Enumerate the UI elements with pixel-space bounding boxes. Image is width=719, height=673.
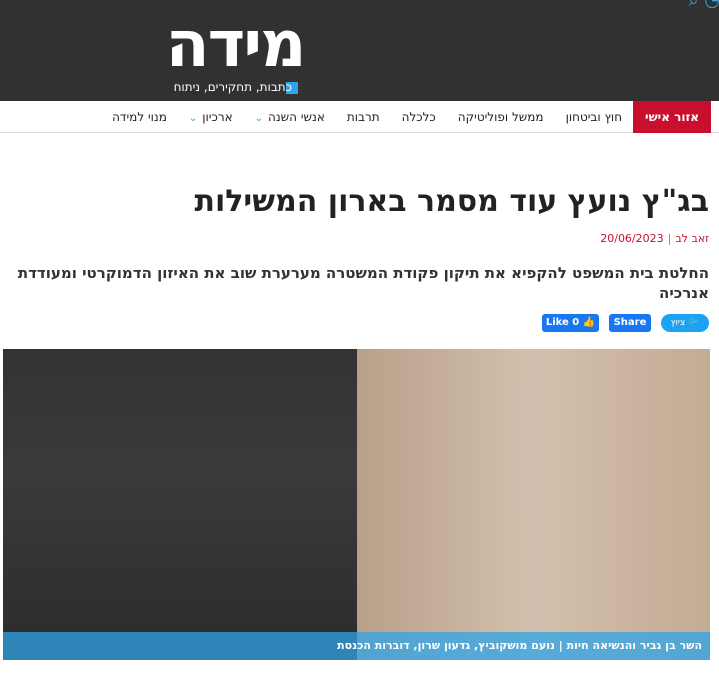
nav-item-label: תרבות [346, 109, 380, 124]
hero-image-left-panel [3, 349, 357, 660]
like-label: Like 0 [545, 317, 580, 328]
logo-tagline: כתבות, תחקירים, ניתוח [173, 80, 292, 94]
nav-item-4[interactable]: תרבות [336, 101, 391, 133]
article-date: 20/06/2023 [600, 232, 664, 245]
article-hero-image [3, 349, 710, 660]
nav-item-label: ממשל ופוליטיקה [457, 109, 544, 124]
article-subtitle: החלטת בית המשפט להקפיא את תיקון פקודת המ… [17, 264, 709, 302]
main-nav: אזור אישי חוץ וביטחון ממשל ופוליטיקה כלכלה ת… [0, 100, 719, 133]
logo-wordmark: מידה [165, 8, 307, 82]
site-header: ◔ ⌕ מידה כתבות, תחקירים, ניתוח [0, 0, 719, 101]
chevron-down-icon: ⌄ [254, 112, 264, 124]
facebook-share-button[interactable]: Share [609, 314, 651, 332]
article-title: בג"ץ נועץ עוד מסמר בארון המשילות [194, 184, 709, 219]
nav-item-label: חוץ וביטחון [565, 109, 623, 124]
nav-item-1[interactable]: חוץ וביטחון [555, 101, 633, 133]
header-top-icons: ◔ ⌕ [688, 0, 719, 11]
nav-item-5[interactable]: אנשי השנה ⌄ [244, 101, 336, 133]
nav-item-0[interactable]: אזור אישי [633, 100, 711, 133]
nav-item-7[interactable]: מנוי למידה [101, 101, 178, 133]
twitter-share-button[interactable]: 🐦 ציוץ [661, 314, 709, 332]
byline-separator: | [667, 232, 672, 245]
nav-item-label: אנשי השנה [268, 109, 325, 124]
nav-item-3[interactable]: כלכלה [391, 101, 447, 133]
nav-item-label: מנוי למידה [112, 109, 167, 124]
hero-image-right-panel [357, 349, 710, 660]
thumbs-up-icon: 👍 [582, 317, 596, 328]
nav-item-label: אזור אישי [645, 109, 699, 124]
nav-item-6[interactable]: ארכיון ⌄ [178, 101, 244, 133]
facebook-like-button[interactable]: 👍 Like 0 [542, 314, 599, 332]
image-caption: השר בן גביר והנשיאה חיות | נועם מושקוביץ… [3, 632, 710, 660]
nav-item-2[interactable]: ממשל ופוליטיקה [447, 101, 555, 133]
article-byline: זאב לב|20/06/2023 [600, 232, 709, 245]
chevron-down-icon: ⌄ [188, 112, 198, 124]
author-link[interactable]: זאב לב [675, 232, 709, 245]
twitter-share-label: ציוץ [670, 318, 686, 328]
bird-icon: 🐦 [688, 318, 700, 328]
share-bar: 🐦 ציוץ Share 👍 Like 0 [542, 314, 709, 332]
nav-item-label: ארכיון [202, 109, 233, 124]
site-logo[interactable]: מידה כתבות, תחקירים, ניתוח [160, 10, 310, 96]
nav-item-label: כלכלה [401, 109, 436, 124]
